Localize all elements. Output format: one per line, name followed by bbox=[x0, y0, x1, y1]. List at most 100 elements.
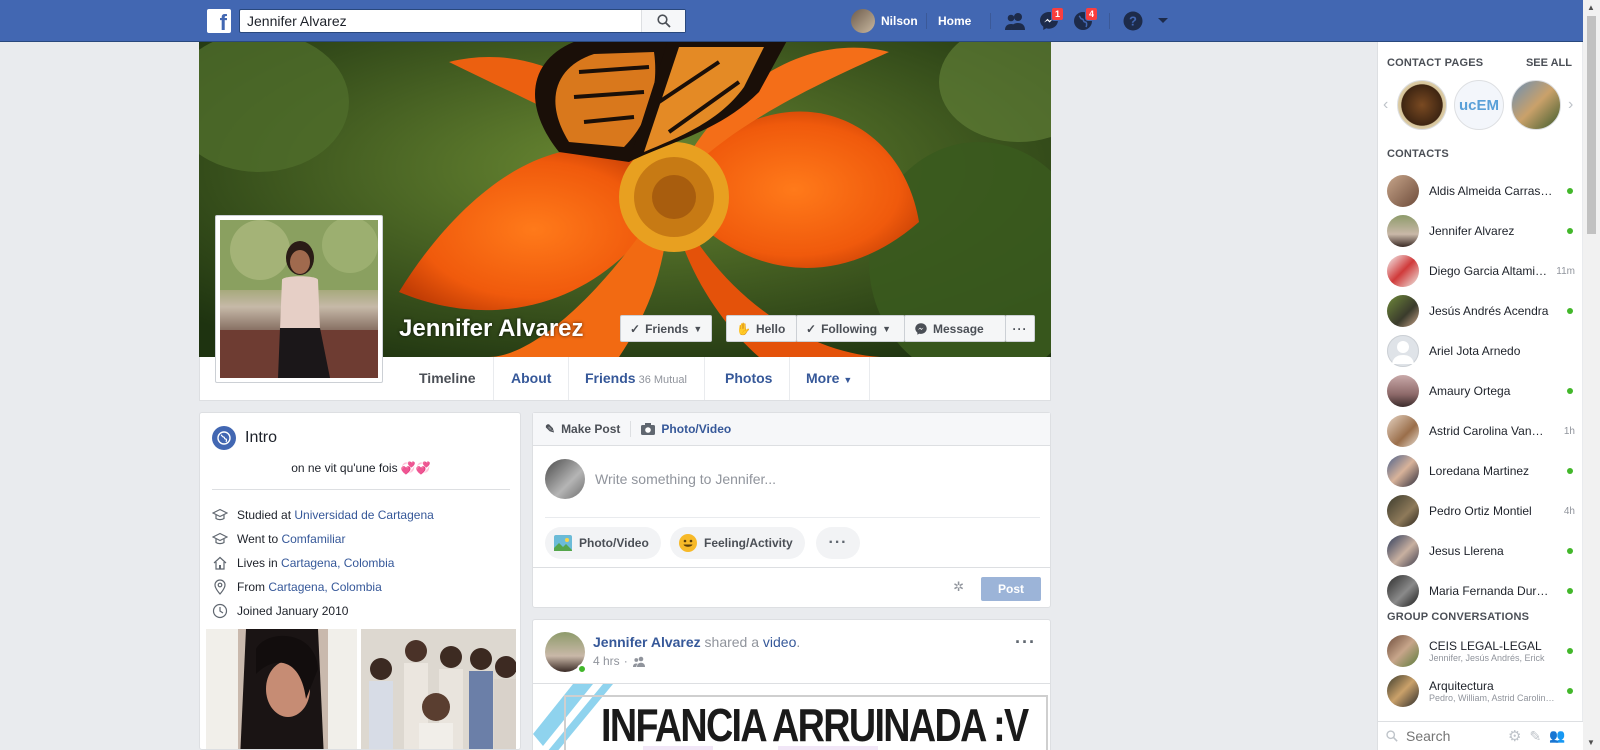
separator-dot: · bbox=[623, 654, 628, 668]
intro-photo[interactable] bbox=[361, 629, 516, 749]
nav-divider bbox=[1109, 13, 1110, 29]
new-group-icon[interactable]: 👥 bbox=[1549, 728, 1565, 744]
more-composer-options[interactable]: ··· bbox=[816, 527, 860, 559]
graduation-cap-icon bbox=[212, 507, 228, 523]
contact-item[interactable]: Loredana Martinez bbox=[1387, 453, 1575, 489]
contact-item[interactable]: Jesus Llerena bbox=[1387, 533, 1575, 569]
post-options-button[interactable]: ··· bbox=[1015, 632, 1036, 653]
hello-button[interactable]: ✋ Hello bbox=[726, 315, 797, 342]
search-input[interactable] bbox=[240, 10, 635, 32]
composer-input[interactable]: Write something to Jennifer... bbox=[595, 471, 776, 487]
friends-button-label: Friends bbox=[645, 321, 689, 336]
intro-photo[interactable] bbox=[206, 629, 357, 749]
contact-avatar bbox=[1387, 535, 1419, 567]
tab-timeline[interactable]: Timeline bbox=[402, 357, 494, 400]
user-avatar bbox=[545, 459, 585, 499]
home-icon bbox=[212, 555, 228, 571]
post-button[interactable]: Post bbox=[981, 577, 1041, 601]
quick-help-button[interactable]: ? bbox=[1120, 9, 1146, 33]
contact-item[interactable]: Jesús Andrés Acendra bbox=[1387, 293, 1575, 329]
feeling-activity-label: Feeling/Activity bbox=[704, 536, 793, 550]
intro-row-text: Joined January 2010 bbox=[237, 604, 349, 618]
page-scrollbar[interactable]: ▲ ▼ bbox=[1583, 0, 1600, 750]
intro-card: Intro on ne vit qu'une fois 💞💞 Studied a… bbox=[199, 412, 521, 750]
contact-item[interactable]: Astrid Carolina Vanegas 1h bbox=[1387, 413, 1575, 449]
contact-name: Jesús Andrés Acendra bbox=[1429, 304, 1549, 318]
shared-video[interactable]: INFANCIA ARRUINADA :V bbox=[533, 683, 1050, 750]
contact-name: Diego Garcia Altamiranda bbox=[1429, 264, 1549, 278]
facebook-logo-icon[interactable]: f bbox=[207, 9, 231, 33]
contact-page-avatar[interactable] bbox=[1511, 80, 1561, 130]
group-avatar bbox=[1387, 675, 1419, 707]
friend-requests-button[interactable] bbox=[1002, 9, 1028, 33]
intro-row-link[interactable]: Cartagena, Colombia bbox=[268, 580, 381, 594]
photo-video-pill[interactable]: Photo/Video bbox=[545, 527, 661, 559]
home-link[interactable]: Home bbox=[938, 9, 971, 33]
online-indicator bbox=[1567, 648, 1573, 654]
contacts-heading: CONTACTS bbox=[1387, 148, 1449, 160]
intro-row-text: From Cartagena, Colombia bbox=[237, 580, 382, 594]
contact-name: Astrid Carolina Vanegas bbox=[1429, 424, 1549, 438]
contact-item[interactable]: Diego Garcia Altamiranda 11m bbox=[1387, 253, 1575, 289]
contact-item[interactable]: Jennifer Alvarez bbox=[1387, 213, 1575, 249]
scroll-down-arrow-icon[interactable]: ▼ bbox=[1587, 738, 1595, 747]
post-timestamp[interactable]: 4 hrs bbox=[593, 654, 620, 668]
chevron-right-icon[interactable]: › bbox=[1568, 96, 1573, 114]
tab-more[interactable]: More ▼ bbox=[789, 357, 871, 400]
more-options-button[interactable]: ··· bbox=[1005, 315, 1035, 342]
online-indicator bbox=[1567, 548, 1573, 554]
make-post-tab[interactable]: ✎ Make Post bbox=[545, 422, 630, 436]
chat-search-input[interactable] bbox=[1406, 728, 1496, 744]
contact-name: Aldis Almeida Carrascal bbox=[1429, 184, 1555, 198]
group-avatar bbox=[1387, 635, 1419, 667]
contact-item[interactable]: Ariel Jota Arnedo bbox=[1387, 333, 1575, 369]
search-button[interactable] bbox=[641, 10, 685, 32]
profile-name[interactable]: Jennifer Alvarez bbox=[399, 315, 584, 343]
friends-audience-icon[interactable] bbox=[632, 656, 646, 667]
message-button[interactable]: Message bbox=[904, 315, 1006, 342]
contact-avatar bbox=[1387, 215, 1419, 247]
scroll-up-arrow-icon[interactable]: ▲ bbox=[1587, 3, 1595, 12]
tab-more-label: More bbox=[806, 370, 840, 386]
notifications-button[interactable]: 4 bbox=[1070, 7, 1098, 33]
intro-photo-image bbox=[361, 629, 516, 749]
caret-down-icon bbox=[1158, 18, 1168, 23]
friends-status-button[interactable]: ✓ Friends ▼ bbox=[620, 315, 712, 342]
see-all-link[interactable]: SEE ALL bbox=[1526, 57, 1572, 69]
scrollbar-thumb[interactable] bbox=[1587, 16, 1596, 234]
post-author-link[interactable]: Jennifer Alvarez bbox=[593, 634, 701, 650]
post-period: . bbox=[796, 634, 801, 650]
following-button-label: Following bbox=[821, 321, 878, 336]
profile-nav-link[interactable]: Nilson bbox=[851, 9, 918, 33]
following-button[interactable]: ✓ Following ▼ bbox=[796, 315, 905, 342]
account-menu-button[interactable] bbox=[1150, 9, 1176, 33]
intro-row-link[interactable]: Cartagena, Colombia bbox=[281, 556, 394, 570]
contact-item[interactable]: Pedro Ortiz Montiel 4h bbox=[1387, 493, 1575, 529]
contact-item[interactable]: Aldis Almeida Carrascal bbox=[1387, 173, 1575, 209]
settings-icon[interactable]: ✲ bbox=[953, 579, 964, 595]
feeling-activity-pill[interactable]: Feeling/Activity bbox=[670, 527, 805, 559]
intro-row-link[interactable]: Comfamiliar bbox=[281, 532, 345, 546]
user-name: Nilson bbox=[881, 14, 918, 28]
tab-about[interactable]: About bbox=[494, 357, 570, 400]
intro-row-link[interactable]: Universidad de Cartagena bbox=[294, 508, 433, 522]
contact-item[interactable]: Amaury Ortega bbox=[1387, 373, 1575, 409]
top-navigation-bar: f Nilson Home 1 4 ? bbox=[0, 0, 1600, 42]
group-conversation-item[interactable]: CEIS LEGAL-LEGAL Jennifer, Jesús Andrés,… bbox=[1387, 633, 1575, 669]
messages-button[interactable]: 1 bbox=[1036, 7, 1064, 33]
gear-icon[interactable]: ⚙ bbox=[1508, 727, 1521, 745]
tab-photos[interactable]: Photos bbox=[708, 357, 791, 400]
contact-item[interactable]: Maria Fernanda Durango bbox=[1387, 573, 1575, 609]
contact-page-avatar[interactable]: ucEM bbox=[1454, 80, 1504, 130]
group-conversation-item[interactable]: Arquitectura Pedro, William, Astrid Caro… bbox=[1387, 673, 1575, 709]
profile-picture[interactable] bbox=[215, 215, 383, 383]
user-avatar bbox=[851, 9, 875, 33]
contact-page-avatar[interactable] bbox=[1397, 80, 1447, 130]
photo-video-tab[interactable]: Photo/Video bbox=[641, 422, 741, 436]
intro-row-text: Studied at Universidad de Cartagena bbox=[237, 508, 434, 522]
online-indicator bbox=[1567, 188, 1573, 194]
compose-icon[interactable]: ✎ bbox=[1529, 728, 1541, 745]
tab-friends[interactable]: Friends 36 Mutual bbox=[568, 357, 705, 400]
chevron-left-icon[interactable]: ‹ bbox=[1383, 96, 1388, 114]
post-video-link[interactable]: video bbox=[763, 634, 796, 650]
